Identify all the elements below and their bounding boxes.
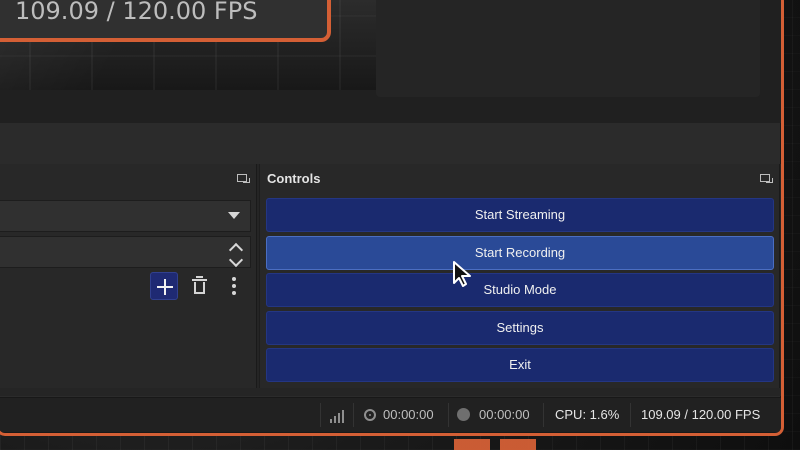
preview-video: 109.09 / 120.00 FPS [0, 0, 376, 90]
exit-button[interactable]: Exit [266, 348, 774, 382]
spinbox-field[interactable] [0, 236, 251, 268]
status-separator [543, 403, 544, 427]
status-separator [630, 403, 631, 427]
more-options-button[interactable] [219, 272, 247, 300]
preview-area: 109.09 / 120.00 FPS [0, 0, 781, 123]
studio-mode-button[interactable]: Studio Mode [266, 273, 774, 307]
obs-main-window: 109.09 / 120.00 FPS Controls Start Strea… [0, 0, 784, 436]
stream-time: 00:00:00 [383, 407, 434, 422]
overlay-fps-display: 109.09 / 120.00 FPS [0, 0, 331, 42]
more-vertical-icon [232, 284, 236, 288]
chevron-down-icon[interactable] [228, 252, 244, 268]
trash-icon [194, 282, 205, 294]
cpu-usage: CPU: 1.6% [555, 407, 620, 422]
add-button[interactable] [150, 272, 178, 300]
background-accent [448, 439, 598, 450]
record-icon [457, 408, 470, 421]
docks-area: Controls Start Streaming Start Recording… [0, 164, 781, 396]
status-bar: 00:00:00 00:00:00 CPU: 1.6% 109.09 / 120… [0, 397, 781, 432]
fps-status: 109.09 / 120.00 FPS [641, 407, 761, 422]
status-separator [320, 403, 321, 427]
settings-button[interactable]: Settings [266, 310, 774, 345]
chevron-down-icon[interactable] [228, 212, 240, 219]
signal-icon [330, 409, 344, 423]
trash-icon [192, 279, 207, 281]
more-vertical-icon [232, 277, 236, 281]
dock-icon[interactable] [760, 174, 773, 183]
preview-side-panel [376, 0, 760, 97]
start-recording-button[interactable]: Start Recording [266, 235, 774, 270]
trash-icon [196, 276, 203, 278]
controls-panel: Controls Start Streaming Start Recording… [259, 164, 780, 388]
left-dock-panel [0, 164, 257, 388]
broadcast-icon [364, 409, 376, 421]
screen-scene: 109.09 / 120.00 FPS Controls Start Strea… [0, 0, 800, 450]
controls-title: Controls [267, 171, 321, 186]
dock-icon[interactable] [237, 174, 250, 183]
start-streaming-button[interactable]: Start Streaming [266, 198, 774, 232]
status-separator [448, 403, 449, 427]
dropdown-field[interactable] [0, 200, 251, 232]
record-time: 00:00:00 [479, 407, 530, 422]
status-separator [353, 403, 354, 427]
more-vertical-icon [232, 291, 236, 295]
controls-button-list: Start Streaming Start Recording Studio M… [266, 198, 774, 386]
trash-button[interactable] [185, 272, 213, 300]
